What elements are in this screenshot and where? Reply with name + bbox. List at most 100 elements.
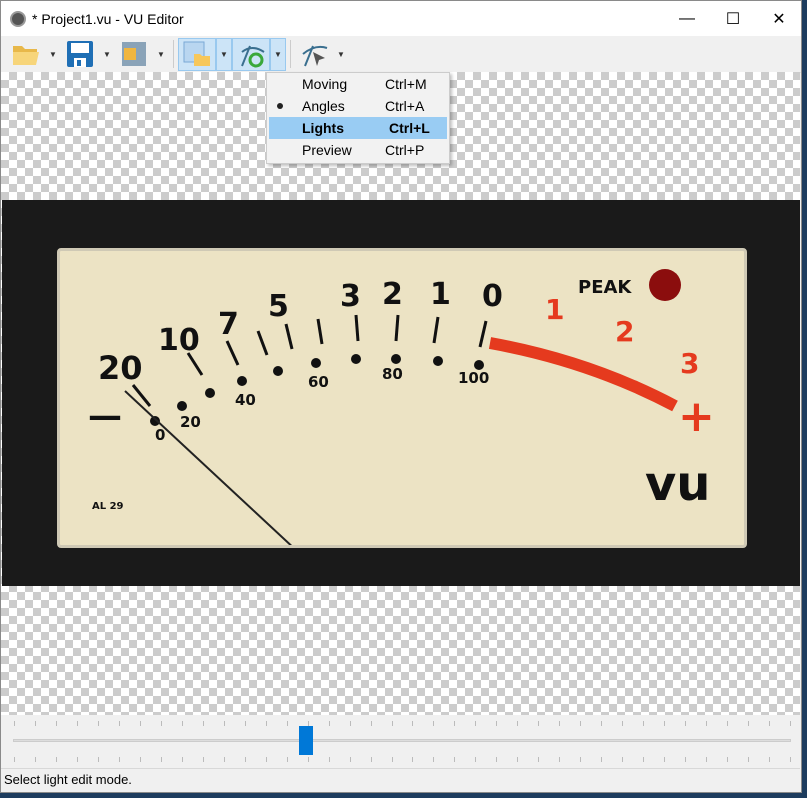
slider-tick bbox=[244, 721, 246, 726]
slider-tick bbox=[181, 721, 183, 726]
db-label: 1 bbox=[430, 277, 451, 312]
frame-slider[interactable] bbox=[1, 715, 800, 768]
needle-icon bbox=[302, 45, 328, 67]
slider-tick bbox=[748, 757, 750, 762]
menu-shortcut: Ctrl+A bbox=[385, 98, 425, 114]
close-button[interactable]: ✕ bbox=[756, 1, 802, 36]
slider-thumb[interactable] bbox=[298, 726, 313, 755]
menu-shortcut: Ctrl+M bbox=[385, 76, 427, 92]
slider-tick bbox=[160, 757, 162, 762]
slider-tick bbox=[748, 721, 750, 726]
editor-canvas[interactable]: 20 10 7 5 3 2 1 0 1 2 3 0 20 40 60 80 10… bbox=[1, 72, 800, 715]
slider-tick bbox=[601, 721, 603, 726]
slider-tick bbox=[664, 721, 666, 726]
slider-tick bbox=[706, 721, 708, 726]
maximize-button[interactable]: ☐ bbox=[710, 1, 756, 36]
vu-meter-image: 20 10 7 5 3 2 1 0 1 2 3 0 20 40 60 80 10… bbox=[2, 200, 800, 586]
open-button[interactable] bbox=[7, 38, 45, 71]
slider-tick bbox=[76, 721, 78, 726]
slider-tick bbox=[181, 757, 183, 762]
model-label: AL 29 bbox=[92, 501, 124, 512]
slider-tick bbox=[790, 721, 791, 726]
open-folder-icon bbox=[13, 46, 39, 65]
slider-tick bbox=[223, 757, 225, 762]
slider-tick bbox=[34, 757, 36, 762]
needle-dropdown[interactable]: ▼ bbox=[333, 38, 349, 71]
menu-shortcut: Ctrl+L bbox=[389, 120, 430, 136]
slider-tick bbox=[475, 721, 477, 726]
slider-tick bbox=[580, 721, 582, 726]
compress-icon bbox=[122, 42, 146, 66]
slider-tick bbox=[622, 721, 624, 726]
status-text: Select light edit mode. bbox=[4, 772, 132, 787]
slider-tick bbox=[244, 757, 246, 762]
db-label: 2 bbox=[382, 277, 403, 312]
toolbar: ▼ ▼ ▼ ▼ ▼ ▼ bbox=[1, 36, 801, 73]
slider-tick bbox=[559, 721, 561, 726]
background-dropdown[interactable]: ▼ bbox=[216, 37, 232, 71]
slider-tick bbox=[643, 721, 645, 726]
slider-tick bbox=[433, 757, 435, 762]
percent-label: 80 bbox=[382, 365, 403, 383]
slider-tick bbox=[580, 757, 582, 762]
slider-tick bbox=[538, 721, 540, 726]
percent-label: 100 bbox=[458, 369, 490, 387]
slider-tick bbox=[601, 757, 603, 762]
slider-tick bbox=[685, 757, 687, 762]
slider-tick bbox=[202, 757, 204, 762]
db-label: 5 bbox=[268, 289, 289, 324]
menu-item-preview[interactable]: Preview Ctrl+P bbox=[267, 139, 449, 161]
menu-item-angles[interactable]: Angles Ctrl+A bbox=[267, 95, 449, 117]
angles-mode-icon bbox=[241, 45, 265, 68]
slider-tick bbox=[286, 757, 288, 762]
needle-button[interactable] bbox=[295, 38, 333, 71]
slider-tick bbox=[139, 721, 141, 726]
slider-tick bbox=[370, 757, 372, 762]
open-dropdown[interactable]: ▼ bbox=[45, 38, 61, 71]
db-label: 3 bbox=[340, 279, 361, 314]
minimize-button[interactable]: — bbox=[664, 1, 710, 36]
save-icon bbox=[67, 41, 93, 67]
slider-tick bbox=[727, 721, 729, 726]
db-label: 7 bbox=[218, 307, 239, 342]
db-label: 2 bbox=[615, 315, 635, 348]
slider-tick bbox=[412, 721, 414, 726]
slider-tick bbox=[517, 721, 519, 726]
background-open-icon bbox=[183, 41, 210, 66]
slider-tick bbox=[307, 757, 309, 762]
slider-tick bbox=[55, 757, 57, 762]
slider-tick bbox=[496, 721, 498, 726]
plus-label: + bbox=[678, 391, 715, 442]
slider-track[interactable] bbox=[13, 739, 791, 742]
save-button[interactable] bbox=[61, 38, 99, 71]
db-label: 3 bbox=[680, 347, 700, 380]
peak-label: PEAK bbox=[578, 277, 632, 298]
db-label: 0 bbox=[482, 279, 503, 314]
slider-tick bbox=[790, 757, 791, 762]
db-label: 1 bbox=[545, 293, 565, 326]
db-label: 10 bbox=[158, 323, 200, 358]
slider-tick bbox=[223, 721, 225, 726]
save-dropdown[interactable]: ▼ bbox=[99, 38, 115, 71]
slider-tick bbox=[475, 757, 477, 762]
menu-item-lights[interactable]: Lights Ctrl+L bbox=[269, 117, 447, 139]
slider-tick bbox=[370, 721, 372, 726]
mode-dropdown[interactable]: ▼ bbox=[270, 37, 286, 71]
mode-button[interactable] bbox=[232, 37, 270, 71]
background-button[interactable] bbox=[178, 37, 216, 71]
percent-label: 40 bbox=[235, 391, 256, 409]
menu-label: Moving bbox=[302, 76, 348, 92]
slider-tick bbox=[391, 757, 393, 762]
slider-tick bbox=[118, 721, 120, 726]
slider-tick bbox=[769, 721, 771, 726]
slider-tick bbox=[328, 757, 330, 762]
slider-tick bbox=[55, 721, 57, 726]
window-title: * Project1.vu - VU Editor bbox=[32, 10, 184, 27]
slider-tick bbox=[118, 757, 120, 762]
compress-dropdown[interactable]: ▼ bbox=[153, 38, 169, 71]
compress-button[interactable] bbox=[115, 38, 153, 71]
menu-item-moving[interactable]: Moving Ctrl+M bbox=[267, 73, 449, 95]
mode-menu: Moving Ctrl+M Angles Ctrl+A Lights Ctrl+L P… bbox=[266, 72, 450, 164]
bullet-icon bbox=[277, 103, 283, 109]
percent-label: 60 bbox=[308, 373, 329, 391]
